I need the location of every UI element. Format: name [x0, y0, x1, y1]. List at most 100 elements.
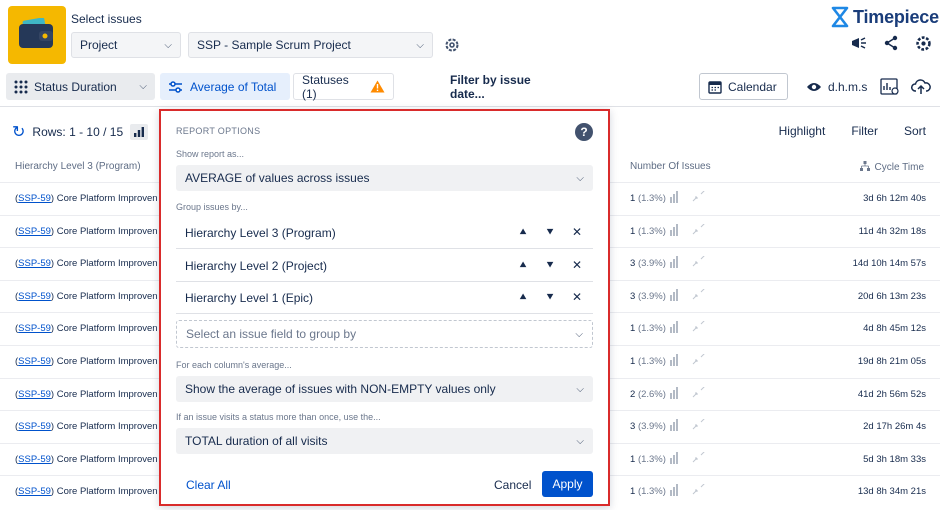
move-up-icon[interactable]: ⯅ [516, 225, 530, 240]
cycle-time-value: 13d 8h 34m 21s [857, 486, 926, 498]
issue-count-percent: (1.3%) [637, 225, 666, 237]
column-header-cycle-time[interactable]: Cycle Time [859, 161, 924, 174]
cycle-time-value: 4d 8h 45m 12s [863, 323, 926, 335]
mini-chart-icon[interactable] [670, 450, 710, 467]
sort-button[interactable]: Sort [904, 124, 926, 138]
mini-chart-icon[interactable] [670, 385, 710, 402]
issue-key-link[interactable]: SSP-59 [18, 389, 51, 400]
mini-chart-icon[interactable] [670, 352, 710, 369]
project-scope-label: SSP - Sample Scrum Project [197, 38, 351, 52]
cycle-time-value: 41d 2h 56m 52s [857, 388, 926, 400]
issue-key-link[interactable]: SSP-59 [18, 291, 51, 302]
move-down-icon[interactable]: ⯆ [543, 290, 557, 305]
move-up-icon[interactable]: ⯅ [516, 258, 530, 273]
settings-gear-icon[interactable] [914, 34, 932, 52]
issue-key-link[interactable]: SSP-59 [18, 454, 51, 465]
column-header-hierarchy[interactable]: Hierarchy Level 3 (Program) [15, 161, 141, 172]
grid-icon [14, 80, 28, 94]
issue-summary: (SSP-59) Core Platform Improven [15, 388, 158, 400]
issue-summary: (SSP-59) Core Platform Improven [15, 225, 158, 237]
issue-key-link[interactable]: SSP-59 [18, 323, 51, 334]
average-of-total-button[interactable]: Average of Total [160, 73, 290, 100]
help-icon[interactable]: ? [575, 123, 593, 141]
move-down-icon[interactable]: ⯆ [543, 225, 557, 240]
issue-summary-text: Core Platform Improven [56, 225, 158, 237]
statuses-button[interactable]: Statuses (1) [293, 73, 394, 101]
cycle-time-value: 3d 6h 12m 40s [863, 193, 926, 204]
eye-icon [806, 81, 822, 93]
query-settings-gear-icon[interactable] [444, 37, 460, 56]
issue-count: 1 (1.3%) [630, 356, 666, 367]
clear-all-button[interactable]: Clear All [186, 478, 231, 492]
issue-key-link[interactable]: SSP-59 [18, 486, 51, 497]
share-icon[interactable] [882, 34, 900, 52]
bar-chart-icon[interactable] [130, 124, 149, 140]
time-format-button[interactable]: d.h.m.s [798, 73, 872, 100]
move-down-icon[interactable]: ⯆ [543, 258, 557, 273]
status-duration-button[interactable]: Status Duration ⌵ [6, 73, 155, 100]
announcement-icon[interactable] [850, 34, 868, 52]
brand-name: Timepiece [853, 6, 939, 27]
filter-by-date-button[interactable]: Filter by issue date... [442, 73, 572, 101]
project-dropdown[interactable]: Project ⌵ [71, 32, 181, 58]
show-as-value: AVERAGE of values across issues [185, 171, 370, 185]
issue-key-link[interactable]: SSP-59 [18, 421, 51, 432]
issue-count: 3 (3.9%) [630, 421, 666, 432]
issue-key-link[interactable]: SSP-59 [18, 356, 51, 367]
issue-key-link[interactable]: SSP-59 [18, 193, 51, 204]
issue-key-link[interactable]: SSP-59 [18, 226, 51, 237]
issue-summary-text: Core Platform Improven [56, 193, 158, 204]
group-row: Hierarchy Level 1 (Epic) ⯅ ⯆ ✕ [176, 282, 593, 314]
remove-icon[interactable]: ✕ [570, 225, 584, 240]
each-column-value: Show the average of issues with NON-EMPT… [185, 382, 496, 396]
cancel-button[interactable]: Cancel [494, 478, 531, 492]
project-scope-dropdown[interactable]: SSP - Sample Scrum Project ⌵ [188, 32, 433, 58]
group-row-label: Hierarchy Level 3 (Program) [185, 225, 336, 240]
chevron-down-icon: ⌵ [575, 328, 583, 340]
mini-chart-icon[interactable] [670, 417, 710, 434]
issue-key-link[interactable]: SSP-59 [18, 258, 51, 269]
visits-value: TOTAL duration of all visits [185, 434, 328, 448]
mini-chart-icon[interactable] [670, 189, 710, 206]
refresh-icon[interactable]: ↻ [12, 122, 25, 142]
remove-icon[interactable]: ✕ [570, 258, 584, 273]
add-group-placeholder: Select an issue field to group by [186, 327, 357, 341]
filter-button[interactable]: Filter [851, 124, 878, 138]
select-issues-title: Select issues [71, 12, 142, 26]
issue-summary-text: Core Platform Improven [56, 453, 158, 465]
issue-count-percent: (1.3%) [637, 486, 666, 498]
issue-count-value: 1 [630, 453, 636, 465]
add-group-select[interactable]: Select an issue field to group by ⌵ [176, 320, 593, 348]
each-column-select[interactable]: Show the average of issues with NON-EMPT… [176, 376, 593, 402]
cycle-time-value: 2d 17h 26m 4s [863, 421, 926, 433]
mini-chart-icon[interactable] [670, 287, 710, 304]
issue-summary: (SSP-59) Core Platform Improven [15, 356, 158, 367]
issue-summary: (SSP-59) Core Platform Improven [15, 258, 158, 270]
apply-button[interactable]: Apply [542, 471, 593, 497]
calendar-icon [708, 80, 722, 94]
remove-icon[interactable]: ✕ [570, 290, 584, 305]
issue-count-value: 3 [630, 290, 636, 302]
issue-summary-text: Core Platform Improven [56, 290, 158, 302]
chevron-down-icon: ⌵ [164, 39, 172, 51]
mini-chart-icon[interactable] [670, 222, 710, 239]
issue-summary-text: Core Platform Improven [56, 356, 158, 367]
hierarchy-icon [859, 161, 870, 174]
mini-chart-icon[interactable] [670, 319, 710, 336]
mini-chart-icon[interactable] [670, 482, 710, 499]
column-header-number[interactable]: Number Of Issues [630, 161, 711, 172]
move-up-icon[interactable]: ⯅ [516, 290, 530, 305]
highlight-button[interactable]: Highlight [779, 124, 826, 138]
mini-chart-icon[interactable] [670, 254, 710, 271]
visits-select[interactable]: TOTAL duration of all visits ⌵ [176, 428, 593, 454]
show-as-select[interactable]: AVERAGE of values across issues ⌵ [176, 165, 593, 191]
issue-summary: (SSP-59) Core Platform Improven [15, 421, 158, 433]
show-as-label: Show report as... [176, 149, 245, 159]
issue-count: 3 (3.9%) [630, 258, 666, 269]
issue-count: 1 (1.3%) [630, 193, 666, 204]
chart-settings-icon[interactable] [880, 78, 900, 99]
issue-count-percent: (3.9%) [637, 258, 666, 270]
calendar-button[interactable]: Calendar [699, 73, 788, 100]
toolbar-divider [0, 106, 940, 107]
cloud-upload-icon[interactable] [911, 78, 931, 99]
